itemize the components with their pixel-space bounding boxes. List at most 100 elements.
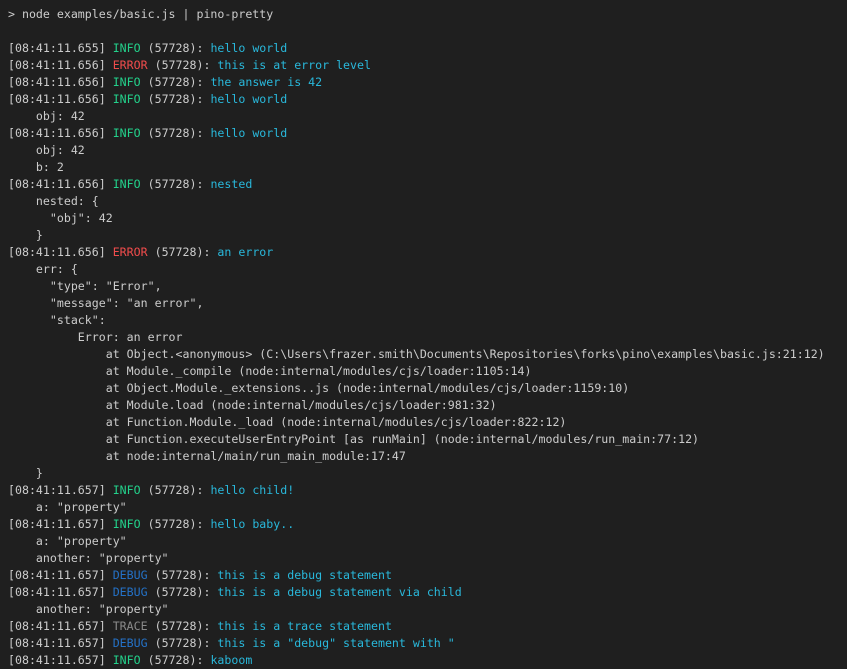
log-timestamp: [08:41:11.656] [8,58,113,72]
log-line: b: 2 [8,159,839,176]
log-timestamp: [08:41:11.657] [8,585,113,599]
log-line: err: { [8,261,839,278]
log-text: "obj": 42 [8,211,113,225]
log-text: at Function.Module._load (node:internal/… [8,415,566,429]
log-level-error: ERROR [113,58,148,72]
log-timestamp: [08:41:11.656] [8,245,113,259]
log-line: [08:41:11.656] INFO (57728): hello world [8,91,839,108]
log-message: an error [217,245,273,259]
log-text: another: "property" [8,602,169,616]
log-level-trace: TRACE [113,619,148,633]
log-line: at Module._compile (node:internal/module… [8,363,839,380]
log-line: [08:41:11.657] TRACE (57728): this is a … [8,618,839,635]
log-message: this is at error level [217,58,371,72]
log-text: obj: 42 [8,109,85,123]
log-text: (57728): [148,636,218,650]
log-text: (57728): [148,245,218,259]
log-text: (57728): [148,568,218,582]
log-text: at Module._compile (node:internal/module… [8,364,532,378]
log-text: "stack": [8,313,106,327]
log-text: at Function.executeUserEntryPoint [as ru… [8,432,699,446]
log-text: } [8,228,43,242]
log-text: Error: an error [8,330,183,344]
log-text: a: "property" [8,500,127,514]
log-timestamp: [08:41:11.657] [8,517,113,531]
log-timestamp: [08:41:11.657] [8,568,113,582]
log-line: [08:41:11.656] INFO (57728): the answer … [8,74,839,91]
log-text: "type": "Error", [8,279,162,293]
log-text: at Object.<anonymous> (C:\Users\frazer.s… [8,347,825,361]
log-level-info: INFO [113,483,141,497]
log-text: err: { [8,262,78,276]
log-line: at node:internal/main/run_main_module:17… [8,448,839,465]
log-message: hello child! [210,483,294,497]
log-line: [08:41:11.657] INFO (57728): hello child… [8,482,839,499]
log-message: this is a trace statement [217,619,392,633]
log-line: at Object.Module._extensions..js (node:i… [8,380,839,397]
log-line: [08:41:11.657] INFO (57728): kaboom [8,652,839,669]
log-line: "message": "an error", [8,295,839,312]
log-line: } [8,465,839,482]
log-text: (57728): [141,653,211,667]
log-level-debug: DEBUG [113,585,148,599]
log-timestamp: [08:41:11.655] [8,41,113,55]
log-text: > node examples/basic.js | pino-pretty [8,7,273,21]
log-line: [08:41:11.657] INFO (57728): hello baby.… [8,516,839,533]
log-timestamp: [08:41:11.656] [8,75,113,89]
log-level-debug: DEBUG [113,568,148,582]
log-line: at Object.<anonymous> (C:\Users\frazer.s… [8,346,839,363]
log-message: hello world [210,41,287,55]
log-line: at Function.executeUserEntryPoint [as ru… [8,431,839,448]
log-timestamp: [08:41:11.657] [8,636,113,650]
terminal-output[interactable]: > node examples/basic.js | pino-pretty [… [0,0,847,669]
log-line: at Module.load (node:internal/modules/cj… [8,397,839,414]
log-line: [08:41:11.657] DEBUG (57728): this is a … [8,635,839,652]
log-text: (57728): [141,177,211,191]
log-text: (57728): [141,75,211,89]
log-line: [08:41:11.656] ERROR (57728): an error [8,244,839,261]
log-level-debug: DEBUG [113,636,148,650]
log-message: this is a debug statement [217,568,392,582]
log-text: (57728): [141,517,211,531]
log-text: a: "property" [8,534,127,548]
log-level-error: ERROR [113,245,148,259]
log-text: (57728): [148,585,218,599]
log-level-info: INFO [113,653,141,667]
log-timestamp: [08:41:11.657] [8,653,113,667]
command-line: > node examples/basic.js | pino-pretty [8,6,839,23]
log-level-info: INFO [113,92,141,106]
log-text: nested: { [8,194,99,208]
log-line: [08:41:11.656] INFO (57728): hello world [8,125,839,142]
log-text: (57728): [148,58,218,72]
log-text: (57728): [141,126,211,140]
log-timestamp: [08:41:11.657] [8,619,113,633]
log-timestamp: [08:41:11.656] [8,177,113,191]
log-line: obj: 42 [8,142,839,159]
log-timestamp: [08:41:11.657] [8,483,113,497]
log-line: "type": "Error", [8,278,839,295]
log-text: (57728): [148,619,218,633]
log-level-info: INFO [113,517,141,531]
log-level-info: INFO [113,41,141,55]
log-message: this is a debug statement via child [217,585,461,599]
log-message: hello world [210,92,287,106]
log-message: nested [210,177,252,191]
blank-line [8,23,839,40]
log-line: obj: 42 [8,108,839,125]
log-line: [08:41:11.656] INFO (57728): nested [8,176,839,193]
log-line: [08:41:11.657] DEBUG (57728): this is a … [8,567,839,584]
log-text: at Module.load (node:internal/modules/cj… [8,398,497,412]
log-line: } [8,227,839,244]
log-level-info: INFO [113,126,141,140]
log-text: (57728): [141,41,211,55]
log-message: hello world [210,126,287,140]
log-line: a: "property" [8,533,839,550]
log-text: another: "property" [8,551,169,565]
log-text: at node:internal/main/run_main_module:17… [8,449,406,463]
log-line: [08:41:11.657] DEBUG (57728): this is a … [8,584,839,601]
log-line: another: "property" [8,601,839,618]
log-text: at Object.Module._extensions..js (node:i… [8,381,629,395]
log-text: (57728): [141,92,211,106]
log-line: [08:41:11.655] INFO (57728): hello world [8,40,839,57]
log-message: hello baby.. [210,517,294,531]
